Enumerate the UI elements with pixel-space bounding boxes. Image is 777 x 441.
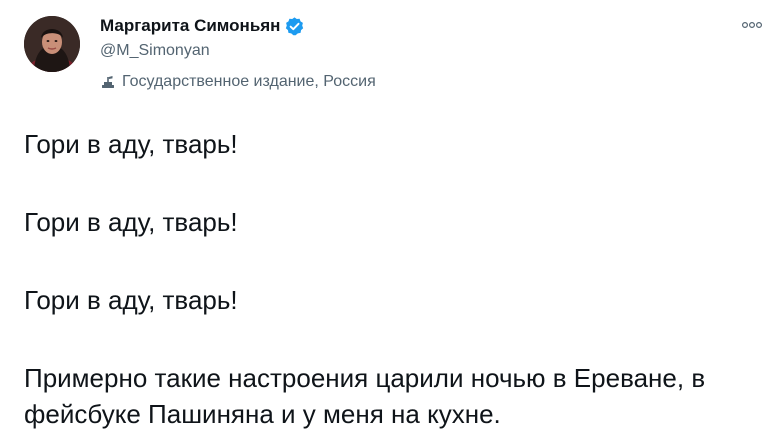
- more-dots-icon: [741, 21, 763, 29]
- tweet-header: Маргарита Симоньян @M_Simonyan Государст…: [100, 14, 376, 93]
- author-display-name[interactable]: Маргарита Симоньян: [100, 16, 280, 36]
- account-label[interactable]: Государственное издание, Россия: [100, 71, 376, 93]
- avatar[interactable]: [24, 16, 80, 72]
- tweet-paragraph: Гори в аду, тварь!: [24, 285, 238, 315]
- more-options-button[interactable]: [739, 14, 765, 36]
- tweet-paragraph: Гори в аду, тварь!: [24, 207, 238, 237]
- tweet-paragraph: Гори в аду, тварь!: [24, 129, 238, 159]
- verified-badge-icon: [284, 16, 305, 37]
- name-row: Маргарита Симоньян: [100, 14, 376, 38]
- government-podium-icon: [100, 74, 116, 90]
- tweet-paragraph: Примерно такие настроения царили ночью в…: [24, 363, 713, 429]
- author-handle[interactable]: @M_Simonyan: [100, 40, 376, 62]
- government-media-label: Государственное издание, Россия: [122, 73, 376, 90]
- tweet-card: Маргарита Симоньян @M_Simonyan Государст…: [0, 0, 777, 441]
